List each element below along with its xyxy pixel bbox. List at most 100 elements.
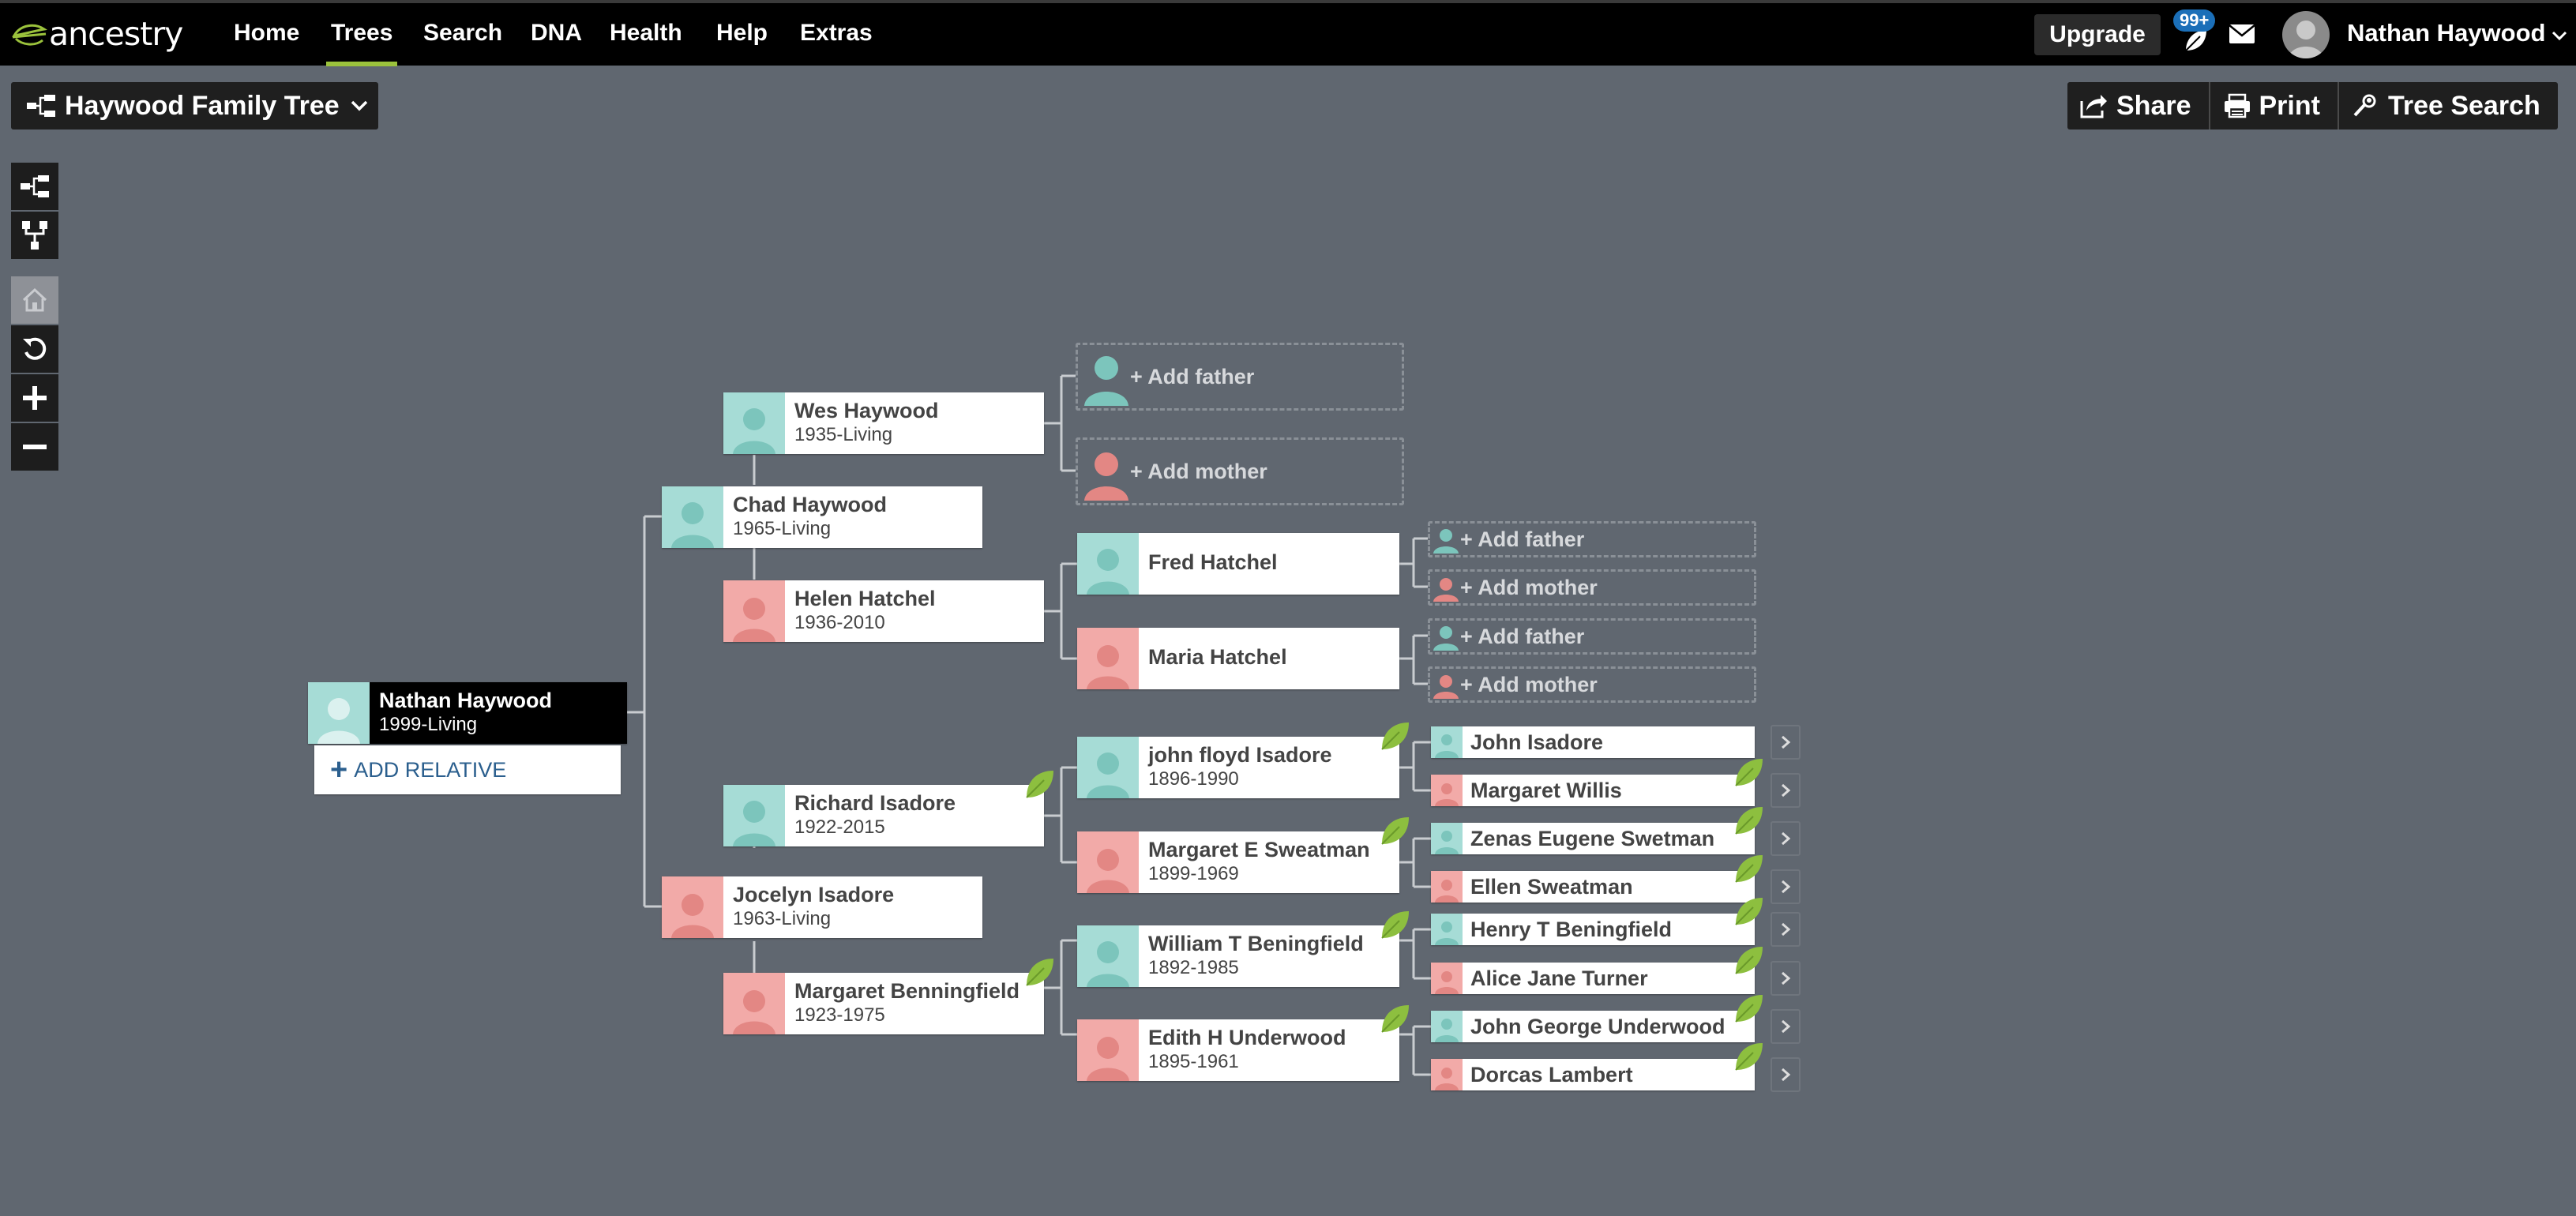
- person-card-great-grandmother[interactable]: Edith H Underwood 1895-1961: [1077, 1005, 1409, 1081]
- person-card-grandmother[interactable]: Helen Hatchel 1936-2010: [723, 580, 1044, 642]
- chevron-right-icon: [1782, 971, 1791, 985]
- male-silhouette-icon: [1077, 737, 1139, 798]
- expand-generation-button[interactable]: [1771, 1057, 1801, 1092]
- person-dates: 1892-1985: [1148, 957, 1239, 978]
- female-silhouette-icon: [1432, 670, 1460, 699]
- person-name: Margaret Benningfield: [794, 979, 1020, 1003]
- person-card-gen4[interactable]: Ellen Sweatman: [1431, 855, 1763, 903]
- person-card-grandfather[interactable]: Richard Isadore 1922-2015: [723, 771, 1053, 846]
- add-mother-button[interactable]: + Add mother: [1076, 437, 1404, 505]
- person-name: Richard Isadore: [794, 791, 956, 815]
- person-dates: 1963-Living: [733, 908, 832, 929]
- person-card-gen4[interactable]: Henry T Beningfield: [1431, 898, 1763, 945]
- add-father-label: Add father: [1478, 624, 1585, 648]
- plus-icon: +: [330, 753, 348, 786]
- person-dates: 1899-1969: [1148, 863, 1239, 884]
- person-card-great-grandfather[interactable]: Fred Hatchel: [1077, 533, 1399, 595]
- person-card-great-grandmother[interactable]: Maria Hatchel: [1077, 628, 1399, 689]
- expand-generation-button[interactable]: [1771, 773, 1801, 808]
- hint-leaf-icon[interactable]: [1733, 852, 1766, 889]
- person-card-great-grandfather[interactable]: john floyd Isadore 1896-1990: [1077, 722, 1409, 798]
- person-name: Wes Haywood: [794, 399, 939, 422]
- person-dates: 1923-1975: [794, 1004, 885, 1026]
- male-silhouette-icon: [1077, 533, 1139, 595]
- chevron-right-icon: [1782, 922, 1791, 936]
- hint-leaf-icon[interactable]: [1379, 908, 1412, 945]
- add-mother-button[interactable]: + Add mother: [1428, 666, 1756, 703]
- add-father-button[interactable]: + Add father: [1428, 618, 1756, 655]
- person-card-gen4[interactable]: Margaret Willis: [1431, 759, 1763, 806]
- add-mother-button[interactable]: + Add mother: [1428, 569, 1756, 606]
- person-dates: 1999-Living: [379, 714, 478, 735]
- person-name: John Isadore: [1470, 730, 1604, 754]
- hint-leaf-icon[interactable]: [1379, 719, 1412, 756]
- person-name: Ellen Sweatman: [1470, 875, 1633, 899]
- hint-leaf-icon[interactable]: [1733, 1040, 1766, 1077]
- person-name: John George Underwood: [1470, 1015, 1725, 1038]
- expand-generation-button[interactable]: [1771, 1009, 1801, 1044]
- person-name: Dorcas Lambert: [1470, 1063, 1633, 1087]
- person-card-father[interactable]: Chad Haywood 1965-Living: [662, 486, 982, 548]
- hint-leaf-icon[interactable]: [1733, 756, 1766, 793]
- hint-leaf-icon[interactable]: [1379, 1002, 1412, 1039]
- male-silhouette-icon: [662, 486, 723, 548]
- female-silhouette-icon: [1431, 963, 1463, 994]
- add-father-button[interactable]: + Add father: [1428, 521, 1756, 557]
- add-relative-button[interactable]: + ADD RELATIVE: [314, 745, 621, 794]
- person-name: Margaret Willis: [1470, 779, 1622, 802]
- hint-leaf-icon[interactable]: [1023, 955, 1057, 993]
- expand-generation-button[interactable]: [1771, 961, 1801, 996]
- add-mother-label: Add mother: [1478, 672, 1598, 696]
- add-father-label: Add father: [1478, 527, 1585, 551]
- female-silhouette-icon: [1077, 831, 1139, 893]
- hint-leaf-icon[interactable]: [1733, 992, 1766, 1029]
- person-name: Nathan Haywood: [379, 689, 553, 712]
- person-card-gen4[interactable]: John George Underwood: [1431, 995, 1763, 1042]
- person-name: Chad Haywood: [733, 493, 888, 516]
- male-silhouette-icon: [723, 392, 785, 454]
- person-card-gen4[interactable]: Zenas Eugene Swetman: [1431, 807, 1763, 854]
- person-name: Maria Hatchel: [1148, 645, 1287, 669]
- person-card-grandmother[interactable]: Margaret Benningfield 1923-1975: [723, 959, 1053, 1034]
- person-dates: 1965-Living: [733, 518, 832, 539]
- male-silhouette-icon: [1431, 823, 1463, 854]
- person-dates: 1922-2015: [794, 816, 885, 838]
- female-silhouette-icon: [662, 876, 723, 938]
- female-silhouette-icon: [1077, 1019, 1139, 1081]
- expand-generation-button[interactable]: [1771, 869, 1801, 904]
- male-silhouette-icon: [723, 785, 785, 846]
- person-name: Henry T Beningfield: [1470, 918, 1673, 941]
- person-card-gen4[interactable]: Dorcas Lambert: [1431, 1043, 1763, 1090]
- female-silhouette-icon: [723, 580, 785, 642]
- person-card-great-grandfather[interactable]: William T Beningfield 1892-1985: [1077, 911, 1409, 987]
- male-silhouette-icon: [1077, 925, 1139, 987]
- person-name: Zenas Eugene Swetman: [1470, 827, 1715, 850]
- expand-generation-button[interactable]: [1771, 912, 1801, 947]
- person-card-root[interactable]: Nathan Haywood 1999-Living: [308, 682, 627, 744]
- chevron-right-icon: [1782, 880, 1791, 894]
- person-card-gen4[interactable]: Alice Jane Turner: [1431, 947, 1763, 994]
- female-silhouette-icon: [1083, 442, 1130, 501]
- chevron-right-icon: [1782, 735, 1791, 749]
- person-card-mother[interactable]: Jocelyn Isadore 1963-Living: [662, 876, 982, 938]
- hint-leaf-icon[interactable]: [1733, 895, 1766, 932]
- expand-generation-button[interactable]: [1771, 821, 1801, 856]
- hint-leaf-icon[interactable]: [1379, 814, 1412, 851]
- person-dates: 1935-Living: [794, 424, 893, 445]
- add-relative-label: ADD RELATIVE: [354, 757, 507, 782]
- hint-leaf-icon[interactable]: [1733, 804, 1766, 841]
- female-silhouette-icon: [723, 973, 785, 1034]
- chevron-right-icon: [1782, 831, 1791, 846]
- person-name: Margaret E Sweatman: [1148, 838, 1370, 861]
- person-card-great-grandmother[interactable]: Margaret E Sweatman 1899-1969: [1077, 817, 1409, 893]
- chevron-right-icon: [1782, 1019, 1791, 1034]
- person-card-grandfather[interactable]: Wes Haywood 1935-Living: [723, 392, 1044, 454]
- expand-generation-button[interactable]: [1771, 725, 1801, 760]
- female-silhouette-icon: [1077, 628, 1139, 689]
- female-silhouette-icon: [1431, 1059, 1463, 1090]
- hint-leaf-icon[interactable]: [1733, 944, 1766, 981]
- hint-leaf-icon[interactable]: [1023, 768, 1057, 805]
- person-name: Alice Jane Turner: [1470, 966, 1648, 990]
- person-card-gen4[interactable]: John Isadore: [1431, 726, 1755, 758]
- add-father-button[interactable]: + Add father: [1076, 343, 1404, 411]
